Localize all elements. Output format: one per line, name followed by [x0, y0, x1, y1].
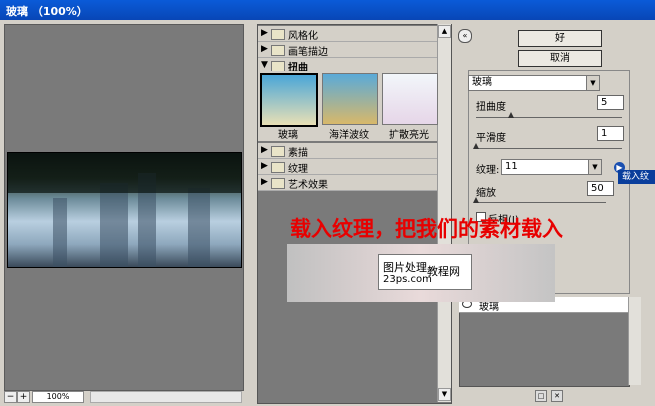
category-stylize[interactable]: ▶ 风格化 [258, 26, 437, 42]
chevron-right-icon: ▶ [261, 28, 268, 38]
distortion-label: 扭曲度 [476, 102, 506, 113]
zoom-bar: − + 100% [4, 391, 242, 403]
new-layer-icon[interactable]: □ [535, 390, 547, 402]
smoothness-slider-knob[interactable] [473, 143, 479, 149]
filter-select[interactable]: 玻璃 ▼ [468, 75, 600, 91]
thumb-label: 扩散亮光 [389, 130, 429, 141]
scroll-up-icon[interactable]: ▲ [438, 25, 451, 38]
distortion-slider-knob[interactable] [508, 112, 514, 118]
layers-scrollbar[interactable] [628, 297, 641, 385]
smoothness-field[interactable]: 1 [597, 126, 624, 141]
category-sketch[interactable]: ▶ 素描 [258, 143, 437, 159]
scale-slider-knob[interactable] [473, 197, 479, 203]
smoothness-slider[interactable] [476, 148, 622, 149]
folder-icon [271, 178, 285, 189]
thumb-label: 玻璃 [278, 130, 298, 141]
preview-scrollbar[interactable] [90, 391, 242, 403]
annotation-text: 载入纹理，把我们的素材载入 [290, 217, 563, 241]
folder-icon [271, 162, 285, 173]
load-texture-menu-item[interactable]: 载入纹 [618, 170, 655, 184]
preview-image [7, 152, 242, 268]
trash-icon[interactable]: ✕ [551, 390, 563, 402]
cancel-button[interactable]: 取消 [518, 50, 602, 67]
collapse-gallery-icon[interactable]: « [458, 29, 472, 43]
scale-field[interactable]: 50 [587, 181, 614, 196]
thumb-glass[interactable] [260, 73, 318, 127]
scale-label: 缩放 [476, 188, 496, 199]
smoothness-label: 平滑度 [476, 133, 506, 144]
zoom-in-button[interactable]: + [17, 391, 30, 403]
texture-select[interactable]: 11 ▼ [501, 159, 602, 175]
thumbnail-row: 玻璃 海洋波纹 扩散亮光 [258, 71, 438, 141]
folder-icon [271, 45, 285, 56]
chevron-right-icon: ▶ [261, 177, 268, 187]
category-texture[interactable]: ▶ 纹理 [258, 159, 437, 175]
texture-label: 纹理: [476, 165, 500, 176]
folder-icon [271, 29, 285, 40]
chevron-down-icon: ▼ [588, 160, 601, 174]
distortion-field[interactable]: 5 [597, 95, 624, 110]
thumb-label: 海洋波纹 [329, 130, 369, 141]
scale-slider[interactable] [476, 202, 606, 203]
chevron-right-icon: ▶ [261, 44, 268, 54]
title-bar: 玻璃 （100%） [0, 0, 655, 20]
category-artistic[interactable]: ▶ 艺术效果 [258, 175, 437, 191]
preview-area[interactable] [4, 24, 244, 391]
ok-button[interactable]: 好 [518, 30, 602, 47]
chevron-down-icon: ▼ [586, 76, 599, 90]
chevron-right-icon: ▶ [261, 145, 268, 155]
category-brush-strokes[interactable]: ▶ 画笔描边 [258, 42, 437, 58]
zoom-out-button[interactable]: − [4, 391, 17, 403]
scroll-down-icon[interactable]: ▼ [438, 388, 451, 401]
watermark-logo: 图片处理 教程网 23ps.com [378, 254, 472, 290]
zoom-value: 100% [32, 391, 84, 403]
window-title: 玻璃 （100%） [6, 5, 88, 18]
chevron-down-icon: ▼ [261, 60, 268, 70]
thumb-ocean-ripple[interactable] [322, 73, 378, 125]
distortion-slider[interactable] [476, 117, 622, 118]
folder-icon [271, 146, 285, 157]
thumb-diffuse-glow[interactable] [382, 73, 438, 125]
chevron-right-icon: ▶ [261, 161, 268, 171]
